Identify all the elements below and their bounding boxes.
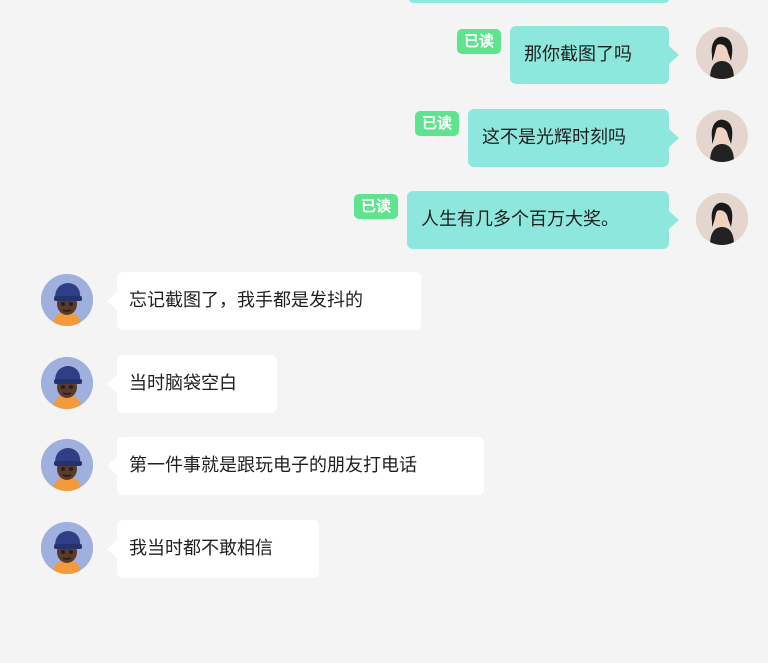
man-with-cap-avatar-icon[interactable] <box>41 522 93 574</box>
message-bubble[interactable]: 第一件事就是跟玩电子的朋友打电话 <box>107 437 484 495</box>
woman-portrait-icon[interactable] <box>696 27 748 79</box>
man-with-cap-avatar-icon[interactable] <box>41 357 93 409</box>
woman-portrait-icon[interactable] <box>696 110 748 162</box>
message-bubble[interactable]: 这不是光辉时刻吗 <box>468 109 679 167</box>
previous-message-bubble[interactable] <box>408 0 670 3</box>
message-bubble[interactable]: 人生有几多个百万大奖。 <box>407 191 679 249</box>
read-status-badge: 已读 <box>457 29 501 54</box>
read-status-badge: 已读 <box>354 194 398 219</box>
message-bubble[interactable]: 我当时都不敢相信 <box>107 520 319 578</box>
man-with-cap-avatar-icon[interactable] <box>41 439 93 491</box>
woman-portrait-icon[interactable] <box>696 193 748 245</box>
message-bubble[interactable]: 当时脑袋空白 <box>107 355 277 413</box>
message-bubble[interactable]: 那你截图了吗 <box>510 26 679 84</box>
message-bubble[interactable]: 忘记截图了，我手都是发抖的 <box>107 272 421 330</box>
man-with-cap-avatar-icon[interactable] <box>41 274 93 326</box>
read-status-badge: 已读 <box>415 111 459 136</box>
